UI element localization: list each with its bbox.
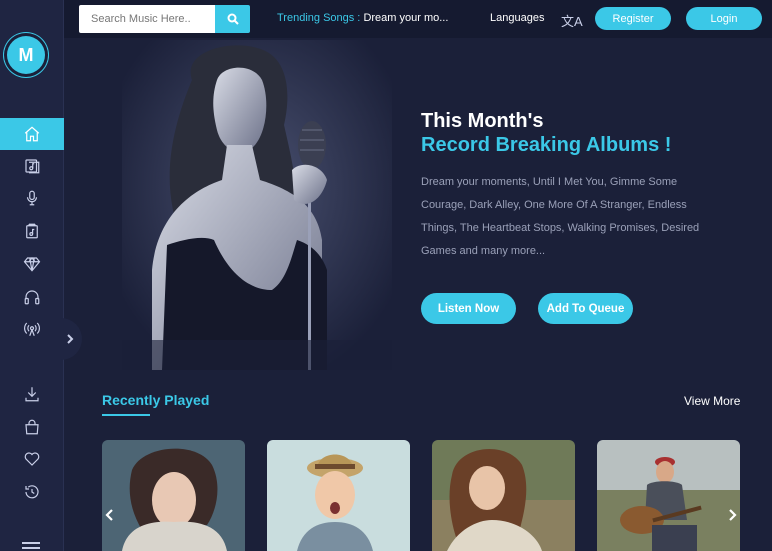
download-icon [25, 387, 39, 402]
chevron-right-icon [67, 334, 74, 344]
diamond-icon [23, 257, 41, 272]
sidebar-item-downloads[interactable] [0, 378, 64, 410]
sidebar-item-albums[interactable] [0, 150, 64, 182]
sidebar-item-history[interactable] [0, 476, 64, 508]
radio-icon [24, 322, 40, 336]
chevron-left-icon [105, 509, 113, 521]
login-button[interactable]: Login [686, 7, 762, 30]
menu-icon[interactable] [22, 542, 40, 551]
logo[interactable]: M [7, 36, 45, 74]
history-icon [25, 485, 39, 499]
sidebar-item-artists[interactable] [0, 182, 64, 214]
hero-singer-image [122, 40, 392, 370]
section-underline [102, 414, 150, 416]
sidebar-item-favourites[interactable] [0, 443, 64, 475]
music-file-icon [26, 223, 38, 239]
hero-title-line2: Record Breaking Albums ! [421, 134, 672, 156]
register-button[interactable]: Register [595, 7, 671, 30]
translate-icon[interactable]: 文A [561, 11, 583, 30]
chevron-right-icon [729, 509, 737, 521]
search-input[interactable] [79, 5, 215, 33]
hero-title-line1: This Month's [421, 110, 544, 132]
headphones-icon [24, 290, 40, 305]
top-bar: Trending Songs : Dream your mo... Langua… [64, 0, 772, 38]
home-icon [24, 126, 40, 142]
sidebar-item-home[interactable] [0, 118, 64, 150]
carousel-prev-button[interactable] [104, 508, 116, 522]
sidebar-expand-button[interactable] [56, 318, 82, 360]
logo-letter: M [18, 44, 34, 65]
sidebar-item-free-music[interactable] [0, 281, 64, 313]
listen-now-button[interactable]: Listen Now [421, 293, 516, 324]
album-card-3[interactable] [432, 440, 575, 551]
heart-icon [24, 452, 40, 466]
album-card-2[interactable] [267, 440, 410, 551]
trending-song: Dream your mo... [363, 12, 449, 24]
sidebar: M [0, 0, 64, 551]
sidebar-item-genres[interactable] [0, 215, 64, 247]
microphone-icon [26, 190, 38, 206]
album-icon [25, 159, 40, 174]
sidebar-item-purchased[interactable] [0, 411, 64, 443]
album-card-4[interactable] [597, 440, 740, 551]
view-more-link[interactable]: View More [684, 394, 740, 408]
sidebar-item-stations[interactable] [0, 313, 64, 345]
languages-label[interactable]: Languages [490, 12, 544, 24]
sidebar-item-top-tracks[interactable] [0, 248, 64, 280]
search-button[interactable] [215, 5, 250, 33]
carousel-next-button[interactable] [726, 508, 738, 522]
add-to-queue-button[interactable]: Add To Queue [538, 293, 633, 324]
hero-description: Dream your moments, Until I Met You, Gim… [421, 176, 700, 257]
trending-label: Trending Songs : [277, 12, 361, 24]
trending-songs[interactable]: Trending Songs : Dream your mo... [277, 12, 455, 24]
recently-played-title: Recently Played [102, 392, 210, 408]
search-icon [227, 13, 239, 25]
shopping-bag-icon [25, 419, 39, 435]
album-card-1[interactable] [102, 440, 245, 551]
